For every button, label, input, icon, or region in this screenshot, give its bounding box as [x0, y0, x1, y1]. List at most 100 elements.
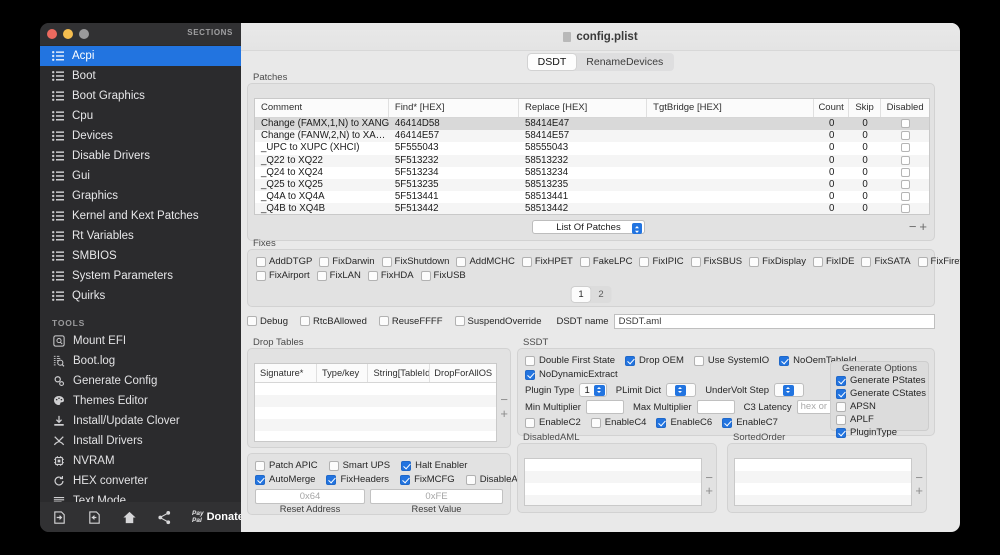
list-item[interactable]	[735, 471, 911, 483]
drop-tables-empty-row[interactable]	[255, 431, 496, 441]
checkbox[interactable]	[693, 355, 704, 366]
minimize-button[interactable]	[63, 29, 73, 39]
checkbox[interactable]	[521, 256, 532, 267]
checkbox[interactable]	[525, 417, 535, 428]
dsdt-name-input[interactable]: DSDT.aml	[613, 313, 935, 329]
checkbox[interactable]	[300, 316, 310, 326]
tool-item-mount-efi[interactable]: Mount EFI	[40, 331, 241, 351]
disabled-aml-list[interactable]	[524, 458, 702, 506]
traffic-lights[interactable]	[47, 29, 89, 39]
min-multiplier-input[interactable]	[585, 400, 624, 414]
fix-addmchc[interactable]: AddMCHC	[456, 256, 515, 267]
fix-fixusb[interactable]: FixUSB	[420, 270, 466, 281]
fix-fixhda[interactable]: FixHDA	[367, 270, 414, 281]
tool-item-nvram[interactable]: NVRAM	[40, 451, 241, 471]
checkbox[interactable]	[247, 316, 257, 326]
table-row[interactable]: _Q24 to XQ24 5F513234 58513234 0 0	[255, 167, 929, 179]
share-icon[interactable]	[157, 510, 172, 525]
checkbox[interactable]	[900, 143, 910, 153]
drop-tables-remove-button[interactable]: −	[500, 393, 508, 407]
patch-disabled-checkbox[interactable]	[881, 130, 929, 142]
ssdt-nodynamicextract[interactable]: NoDynamicExtract	[525, 369, 618, 380]
ssdt-enablec7[interactable]: EnableC7	[722, 417, 778, 428]
tab-dsdt[interactable]: DSDT	[527, 54, 577, 70]
drop-tables-column-header[interactable]: DropForAllOS	[430, 364, 496, 382]
sidebar-item-quirks[interactable]: Quirks	[40, 286, 241, 306]
ssdt-double-first-state[interactable]: Double First State	[525, 355, 615, 366]
disabled-aml-add-remove[interactable]: − +	[705, 471, 713, 497]
list-of-patches-popup[interactable]: List Of Patches	[532, 220, 645, 234]
drop-tables-body[interactable]	[255, 383, 496, 441]
checkbox[interactable]	[256, 270, 266, 281]
generate-option-generate-pstates[interactable]: Generate PStates	[836, 375, 928, 386]
ssdt-enablec6[interactable]: EnableC6	[656, 417, 712, 428]
checkbox[interactable]	[319, 256, 330, 267]
sorted-order-add-remove[interactable]: − +	[915, 471, 923, 497]
apic-smart-ups[interactable]: Smart UPS	[328, 460, 390, 471]
sidebar-item-disable-drivers[interactable]: Disable Drivers	[40, 146, 241, 166]
fixes-pager[interactable]: 12	[570, 286, 612, 303]
checkbox[interactable]	[256, 256, 266, 267]
maximize-button[interactable]	[79, 29, 89, 39]
generate-option-aplf[interactable]: APLF	[836, 414, 928, 425]
checkbox[interactable]	[400, 474, 411, 485]
checkbox[interactable]	[401, 460, 412, 471]
list-item[interactable]	[735, 459, 911, 471]
close-button[interactable]	[47, 29, 57, 39]
table-row[interactable]: Change (FANW,2,N) to XA… 46414E57 58414E57…	[255, 130, 929, 143]
checkbox[interactable]	[917, 256, 928, 267]
checkbox[interactable]	[420, 270, 431, 281]
sidebar-item-acpi[interactable]: Acpi	[40, 46, 241, 66]
table-row[interactable]: _Q25 to XQ25 5F513235 58513235 0 0	[255, 178, 929, 192]
checkbox[interactable]	[900, 131, 910, 141]
checkbox[interactable]	[900, 179, 910, 189]
fix-fixhpet[interactable]: FixHPET	[521, 256, 573, 267]
list-item[interactable]	[735, 483, 911, 495]
list-item[interactable]	[735, 495, 911, 505]
drop-tables-empty-row[interactable]	[255, 395, 496, 407]
checkbox[interactable]	[326, 474, 337, 485]
fixes-page-2[interactable]: 2	[592, 287, 611, 302]
apic-patch-apic[interactable]: Patch APIC	[255, 460, 318, 471]
list-item[interactable]	[525, 459, 701, 471]
sidebar-item-system-parameters[interactable]: System Parameters	[40, 266, 241, 286]
apic-fixheaders[interactable]: FixHeaders	[326, 474, 389, 485]
checkbox[interactable]	[590, 417, 601, 428]
fix-fixipic[interactable]: FixIPIC	[639, 256, 684, 267]
tool-item-hex-converter[interactable]: HEX converter	[40, 471, 241, 491]
checkbox[interactable]	[900, 155, 910, 165]
patches-add-remove[interactable]: −+	[909, 219, 930, 234]
fix-fakelpc[interactable]: FakeLPC	[579, 256, 632, 267]
fix-fixshutdown[interactable]: FixShutdown	[381, 256, 449, 267]
generate-option-plugintype[interactable]: PluginType	[836, 427, 928, 438]
checkbox[interactable]	[456, 256, 467, 267]
checkbox[interactable]	[690, 256, 701, 267]
undervolt-step-popup[interactable]	[774, 383, 805, 397]
tool-item-themes-editor[interactable]: Themes Editor	[40, 391, 241, 411]
debug-reuseffff[interactable]: ReuseFFFF	[378, 316, 443, 327]
checkbox[interactable]	[836, 401, 846, 412]
sidebar-item-kernel-and-kext-patches[interactable]: Kernel and Kext Patches	[40, 206, 241, 226]
checkbox[interactable]	[722, 417, 733, 428]
patches-column-header[interactable]: Disabled	[881, 99, 929, 117]
reset-value-input[interactable]: 0xFE	[370, 489, 503, 504]
sidebar-item-smbios[interactable]: SMBIOS	[40, 246, 241, 266]
patches-column-header[interactable]: TgtBridge [HEX]	[647, 99, 815, 117]
fix-fixairport[interactable]: FixAirport	[256, 270, 310, 281]
drop-tables-empty-row[interactable]	[255, 419, 496, 431]
sorted-order-list[interactable]	[734, 458, 912, 506]
patch-disabled-checkbox[interactable]	[881, 191, 929, 203]
checkbox[interactable]	[465, 474, 476, 485]
sidebar-item-devices[interactable]: Devices	[40, 126, 241, 146]
table-row[interactable]: _Q4A to XQ4A 5F513441 58513441 0 0	[255, 191, 929, 203]
patches-table[interactable]: Comment Find* [HEX] Replace [HEX] TgtBridge…	[254, 98, 930, 215]
fix-fixlan[interactable]: FixLAN	[316, 270, 361, 281]
debug-rtcballowed[interactable]: RtcBAllowed	[300, 316, 367, 327]
table-row[interactable]: _Q22 to XQ22 5F513232 58513232 0 0	[255, 154, 929, 167]
checkbox[interactable]	[656, 417, 667, 428]
checkbox[interactable]	[900, 204, 910, 214]
checkbox[interactable]	[900, 167, 910, 177]
patch-disabled-checkbox[interactable]	[881, 203, 929, 214]
patch-disabled-checkbox[interactable]	[881, 179, 929, 191]
fix-fixdisplay[interactable]: FixDisplay	[749, 256, 806, 267]
